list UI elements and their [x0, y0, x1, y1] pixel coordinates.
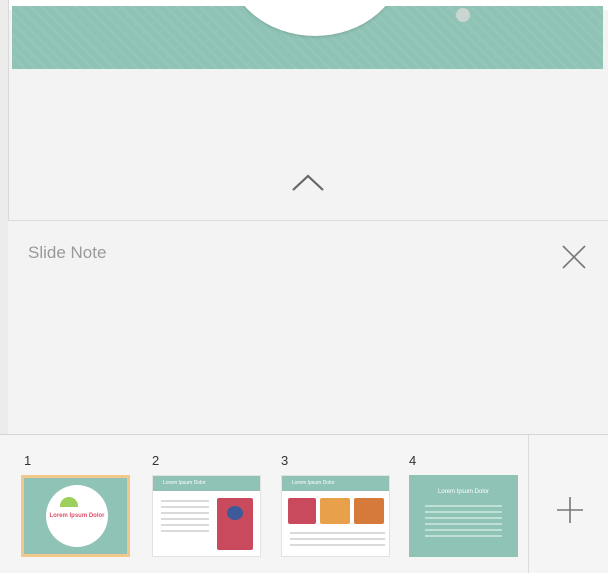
- thumbnail-title: Lorem Ipsum Dolor: [163, 480, 206, 486]
- slide-decoration: [456, 8, 470, 22]
- chevron-up-icon: [292, 174, 324, 191]
- plus-icon: [557, 497, 583, 523]
- slide-thumbnail-1[interactable]: Lorem Ipsum Dolor: [21, 475, 130, 557]
- slide-number: 4: [409, 453, 417, 468]
- berry-photo-detail: [227, 506, 243, 520]
- slide-number: 1: [24, 453, 32, 468]
- slide-number: 3: [281, 453, 289, 468]
- food-photo: [288, 498, 316, 524]
- text-lines: [425, 505, 502, 541]
- thumbnail-title: Lorem Ipsum Dolor: [49, 513, 105, 519]
- thumbnail-header: Lorem Ipsum Dolor: [282, 476, 389, 491]
- slide-thumbnail-3[interactable]: Lorem Ipsum Dolor: [281, 475, 390, 557]
- close-icon: [562, 245, 586, 269]
- text-lines: [290, 532, 385, 550]
- slide-note-placeholder[interactable]: Slide Note: [28, 243, 106, 263]
- add-slide-button[interactable]: [540, 475, 600, 545]
- food-photo: [320, 498, 350, 524]
- thumbnail-title: Lorem Ipsum Dolor: [437, 489, 490, 495]
- leaf-decoration: [60, 497, 78, 507]
- food-photo: [354, 498, 384, 524]
- close-note-button[interactable]: [558, 241, 590, 273]
- thumbnail-header: Lorem Ipsum Dolor: [153, 476, 260, 491]
- slide-note-panel[interactable]: Slide Note: [8, 221, 608, 434]
- slide-thumbnail-bar: 1 2 3 4 Lorem Ipsum Dolor Lorem Ipsum Do…: [0, 435, 608, 573]
- divider: [528, 435, 529, 573]
- thumbnail-title: Lorem Ipsum Dolor: [292, 480, 335, 486]
- collapse-note-button[interactable]: [288, 168, 328, 196]
- text-lines: [161, 500, 209, 536]
- slide-thumbnail-2[interactable]: Lorem Ipsum Dolor: [152, 475, 261, 557]
- thumbnail-circle: Lorem Ipsum Dolor: [46, 485, 108, 547]
- current-slide-canvas[interactable]: [12, 6, 603, 69]
- slide-number: 2: [152, 453, 160, 468]
- slide-thumbnail-4[interactable]: Lorem Ipsum Dolor: [409, 475, 518, 557]
- slide-circle-shape: [227, 6, 403, 36]
